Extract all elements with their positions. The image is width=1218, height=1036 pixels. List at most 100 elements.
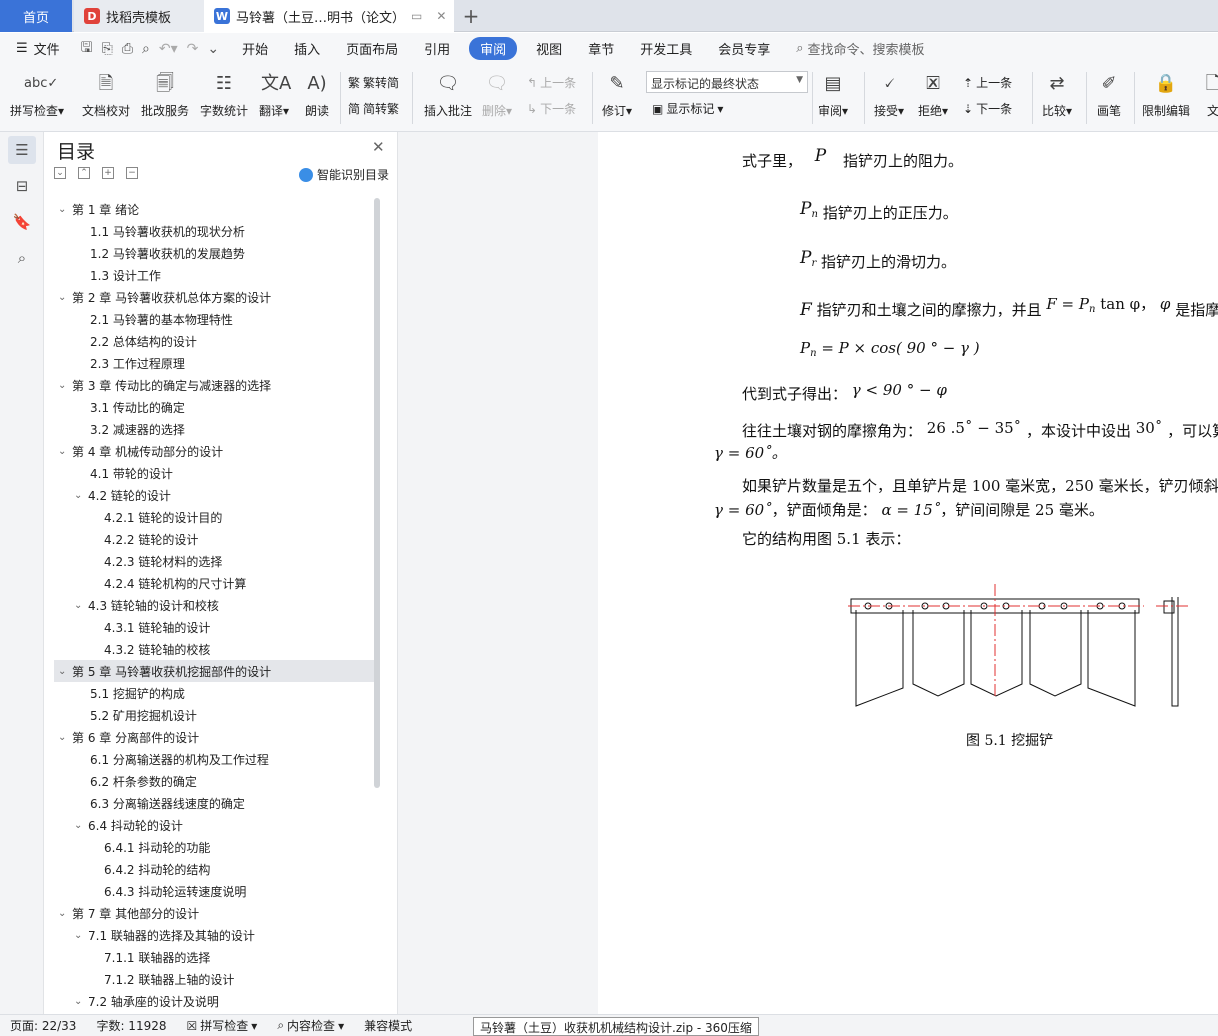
toc-item[interactable]: ⌄ 7.1 联轴器的选择及其轴的设计 [54, 924, 374, 946]
toc-item[interactable]: 5.1 挖掘铲的构成 [54, 682, 374, 704]
command-search[interactable]: ⌕ 查找命令、搜索模板 [783, 39, 937, 58]
chevron-down-icon[interactable]: ⌄ [74, 490, 82, 501]
compare-button[interactable]: ⇄ 比较▾ [1042, 70, 1072, 119]
toc-item[interactable]: 1.3 设计工作 [54, 264, 374, 286]
chevron-down-icon[interactable]: ⌄ [74, 600, 82, 611]
add-heading-icon[interactable]: + [102, 167, 114, 179]
new-tab-button[interactable]: + [458, 0, 484, 32]
toc-item[interactable]: ⌄ 6.4 抖动轮的设计 [54, 814, 374, 836]
redo-icon[interactable]: ↷ [187, 41, 199, 57]
menu-section[interactable]: 章节 [575, 39, 627, 58]
taskbar-zip-tooltip[interactable]: 马铃薯（土豆）收获机机械结构设计.zip - 360压缩 [473, 1017, 759, 1036]
accept-button[interactable]: 🗸 接受▾ [874, 70, 904, 119]
chevron-down-icon[interactable]: ⌄ [58, 666, 66, 677]
toc-item[interactable]: 4.2.3 链轮材料的选择 [54, 550, 374, 572]
chevron-down-icon[interactable]: ⌄ [58, 292, 66, 303]
track-changes-button[interactable]: ✎ 修订▾ [602, 70, 632, 119]
print-preview-icon[interactable]: ⌕ [142, 41, 150, 57]
toc-item[interactable]: ⌄ 第 3 章 传动比的确定与减速器的选择 [54, 374, 374, 396]
toc-item[interactable]: ⌄ 4.2 链轮的设计 [54, 484, 374, 506]
toc-item[interactable]: 2.2 总体结构的设计 [54, 330, 374, 352]
toc-item[interactable]: 1.2 马铃薯收获机的发展趋势 [54, 242, 374, 264]
menu-member[interactable]: 会员专享 [705, 39, 783, 58]
review-pane-button[interactable]: ▤ 审阅▾ [818, 70, 848, 119]
spell-check-button[interactable]: abc✓ 拼写检查▾ [10, 70, 64, 119]
read-aloud-button[interactable]: A) 朗读 [304, 70, 330, 119]
bookmark-icon[interactable]: 🔖 [8, 208, 36, 236]
word-count-status[interactable]: 字数: 11928 [86, 1017, 176, 1034]
menu-page-layout[interactable]: 页面布局 [333, 39, 411, 58]
toc-item[interactable]: 4.3.1 链轮轴的设计 [54, 616, 374, 638]
doc-permission-button[interactable]: 🗋 文 [1200, 70, 1218, 119]
print-icon[interactable]: ⎙ [122, 41, 133, 57]
prev-change-button[interactable]: ⇡ 上一条 [963, 74, 1012, 91]
toc-item[interactable]: 3.2 减速器的选择 [54, 418, 374, 440]
float-window-icon[interactable]: ▭ [411, 9, 422, 23]
close-tab-icon[interactable]: ✕ [436, 9, 446, 23]
export-pdf-icon[interactable]: ⎘ [102, 41, 113, 57]
chevron-down-icon[interactable]: ⌄ [58, 446, 66, 457]
delete-comment-button[interactable]: 🗨 删除▾ [482, 70, 512, 119]
simp-to-trad-button[interactable]: 简简转繁 [348, 100, 399, 117]
collapse-all-icon[interactable]: ⌄ [54, 167, 66, 179]
toc-item[interactable]: 4.2.4 链轮机构的尺寸计算 [54, 572, 374, 594]
batch-service-button[interactable]: 🗐 批改服务 [141, 70, 189, 119]
toc-item[interactable]: ⌄ 7.2 轴承座的设计及说明 [54, 990, 374, 1012]
toc-item[interactable]: ⌄ 第 7 章 其他部分的设计 [54, 902, 374, 924]
toc-item[interactable]: 3.1 传动比的确定 [54, 396, 374, 418]
remove-heading-icon[interactable]: − [126, 167, 138, 179]
menu-developer[interactable]: 开发工具 [627, 39, 705, 58]
restrict-editing-button[interactable]: 🔒 限制编辑 [1142, 70, 1190, 119]
tab-document[interactable]: W 马铃薯（土豆…明书（论文） ▭ ✕ [204, 0, 454, 32]
toc-scrollbar[interactable] [374, 198, 380, 788]
file-menu[interactable]: ☰ 文件 [0, 39, 73, 58]
menu-view[interactable]: 视图 [523, 39, 575, 58]
menu-insert[interactable]: 插入 [281, 39, 333, 58]
smart-toc-button[interactable]: 智能识别目录 [299, 166, 389, 183]
tab-home[interactable]: 首页 [0, 0, 72, 32]
toc-item[interactable]: 7.1.1 联轴器的选择 [54, 946, 374, 968]
chevron-down-icon[interactable]: ⌄ [58, 908, 66, 919]
toc-item[interactable]: 1.1 马铃薯收获机的现状分析 [54, 220, 374, 242]
word-count-button[interactable]: ☷ 字数统计 [200, 70, 248, 119]
insert-comment-button[interactable]: 🗨 插入批注 [424, 70, 472, 119]
toc-item[interactable]: ⌄ 第 1 章 绪论 [54, 198, 374, 220]
reject-button[interactable]: 🗷 拒绝▾ [918, 70, 948, 119]
content-check-status[interactable]: ⌕ 内容检查 ▾ [267, 1017, 354, 1034]
toc-item[interactable]: ⌄ 第 2 章 马铃薯收获机总体方案的设计 [54, 286, 374, 308]
save-icon[interactable]: 🖫 [81, 37, 93, 61]
menu-references[interactable]: 引用 [411, 39, 463, 58]
show-markup-button[interactable]: ▣ 显示标记 ▾ [652, 100, 723, 117]
toc-item[interactable]: 6.2 杆条参数的确定 [54, 770, 374, 792]
chevron-down-icon[interactable]: ⌄ [58, 204, 66, 215]
toc-item[interactable]: ⌄ 第 4 章 机械传动部分的设计 [54, 440, 374, 462]
toc-item[interactable]: 6.4.2 抖动轮的结构 [54, 858, 374, 880]
chapter-nav-icon[interactable]: ⊟ [8, 172, 36, 200]
toc-view-icon[interactable]: ☰ [8, 136, 36, 164]
toc-item[interactable]: 6.4.1 抖动轮的功能 [54, 836, 374, 858]
next-change-button[interactable]: ⇣ 下一条 [963, 100, 1012, 117]
find-icon[interactable]: ⌕ [8, 244, 36, 272]
toc-item[interactable]: 5.2 矿用挖掘机设计 [54, 704, 374, 726]
doc-proofread-button[interactable]: 🗎 文档校对 [82, 70, 130, 119]
menu-start[interactable]: 开始 [229, 39, 281, 58]
prev-comment-button[interactable]: ↰ 上一条 [527, 74, 576, 91]
toc-item[interactable]: 7.1.2 联轴器上轴的设计 [54, 968, 374, 990]
toc-item[interactable]: 6.4.3 抖动轮运转速度说明 [54, 880, 374, 902]
toc-item[interactable]: 2.3 工作过程原理 [54, 352, 374, 374]
markup-state-select[interactable]: 显示标记的最终状态 ▼ [646, 71, 808, 93]
menu-review[interactable]: 审阅 [469, 37, 518, 60]
document-page[interactable]: 式子里， P 指铲刃上的阻力。 Pn 指铲刃上的正压力。 Pr 指铲刃上的滑切力… [598, 132, 1218, 1014]
pen-button[interactable]: ✐ 画笔 [1096, 70, 1122, 119]
toc-item[interactable]: ⌄ 第 5 章 马铃薯收获机挖掘部件的设计 [54, 660, 374, 682]
chevron-down-icon[interactable]: ⌄ [58, 732, 66, 743]
toc-item[interactable]: ⌄ 第 6 章 分离部件的设计 [54, 726, 374, 748]
toc-item[interactable]: 6.3 分离输送器线速度的确定 [54, 792, 374, 814]
tab-template[interactable]: D 找稻壳模板 [74, 0, 204, 32]
customize-chevron-icon[interactable]: ⌄ [207, 41, 219, 57]
toc-item[interactable]: 2.1 马铃薯的基本物理特性 [54, 308, 374, 330]
trad-to-simp-button[interactable]: 繁繁转简 [348, 74, 399, 91]
spell-check-status[interactable]: ☒ 拼写检查 ▾ [177, 1017, 268, 1034]
chevron-down-icon[interactable]: ⌄ [74, 996, 82, 1007]
translate-button[interactable]: 文A 翻译▾ [259, 70, 291, 119]
